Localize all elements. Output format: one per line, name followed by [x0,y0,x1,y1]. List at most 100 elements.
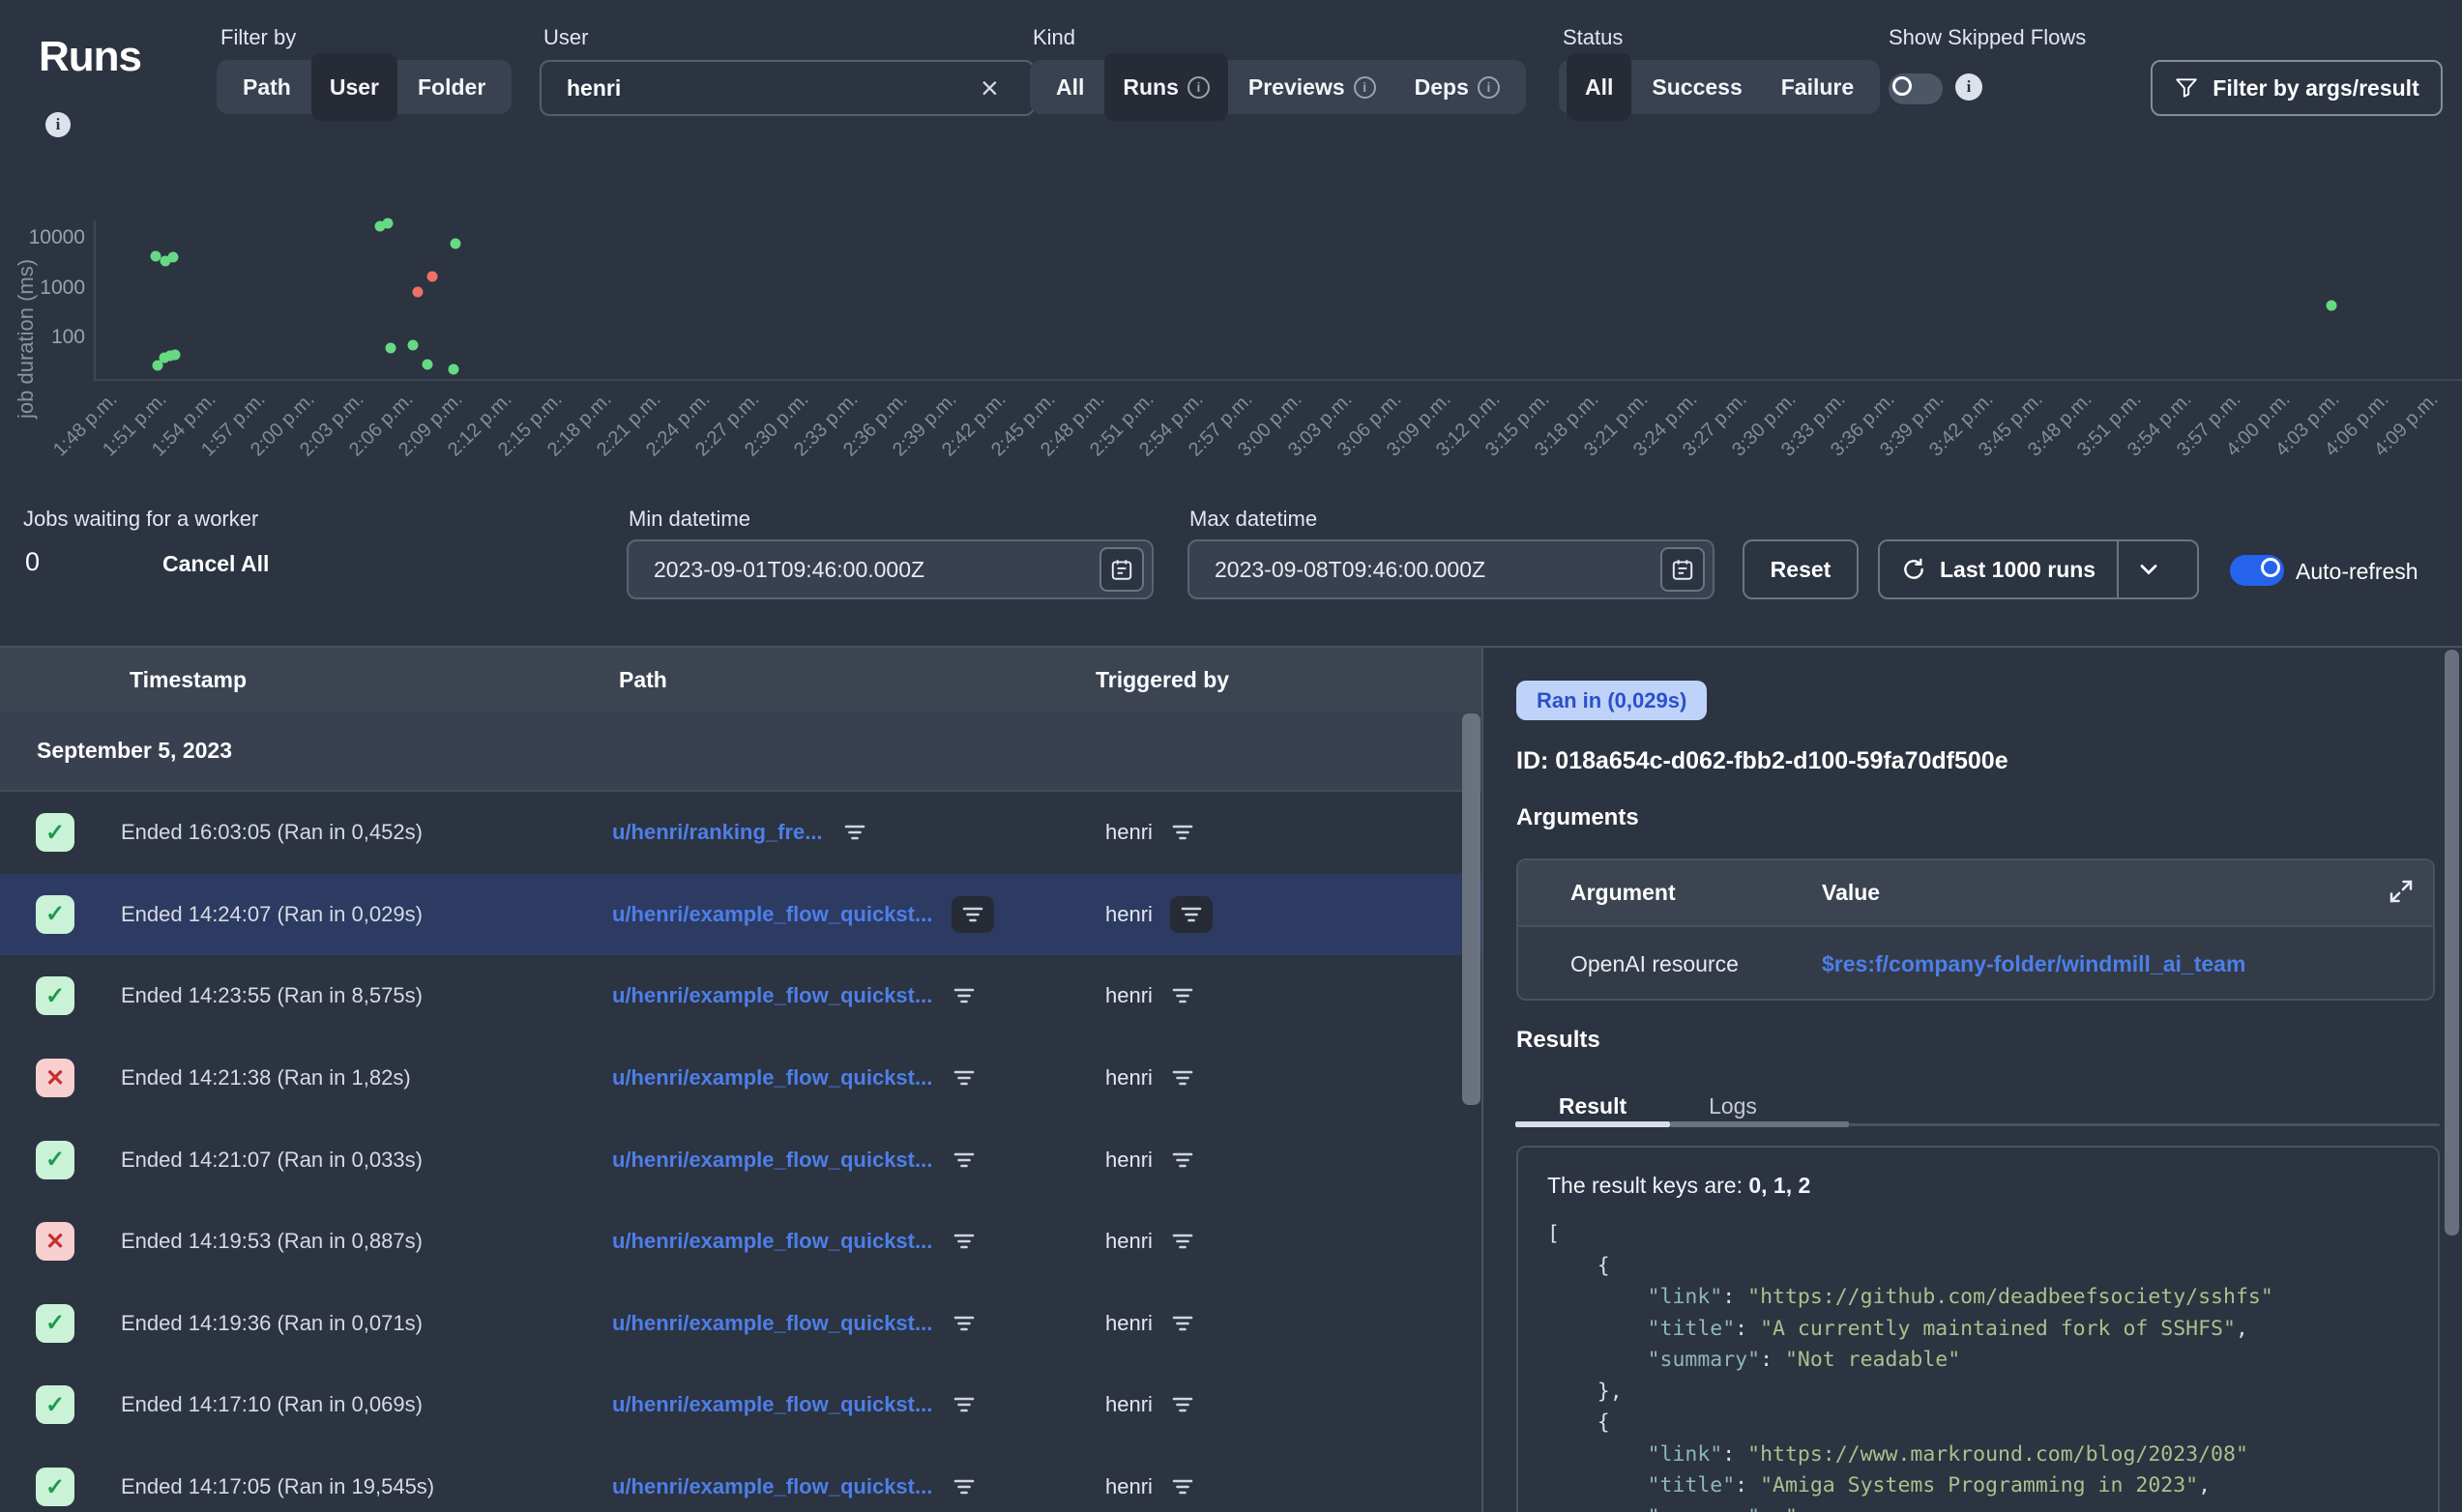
status-all[interactable]: All [1567,53,1631,121]
success-run-dot[interactable] [2327,301,2337,311]
filter-icon[interactable] [952,985,977,1006]
status-failure[interactable]: Failure [1763,60,1872,114]
status-success[interactable]: Success [1633,60,1760,114]
success-run-dot[interactable] [383,218,394,229]
filter-icon[interactable] [1170,1476,1195,1497]
reset-button[interactable]: Reset [1743,539,1859,599]
run-path-link[interactable]: u/henri/example_flow_quickst... [612,1311,932,1336]
result-json: [ { "link": "https://github.com/deadbeef… [1547,1219,2434,1512]
runs-info-icon[interactable]: i [45,112,71,137]
filter-icon[interactable] [1170,896,1213,933]
success-run-dot[interactable] [422,359,432,369]
code-line: [ [1547,1219,2434,1251]
filter-icon[interactable] [952,1476,977,1497]
run-path-link[interactable]: u/henri/example_flow_quickst... [612,1148,932,1173]
filter-icon[interactable] [952,1067,977,1089]
kind-deps[interactable]: Depsi [1396,60,1518,114]
success-icon: ✓ [36,895,74,934]
refresh-runs-button[interactable]: Last 1000 runs [1880,541,2117,597]
failure-run-dot[interactable] [426,272,437,282]
kind-runs[interactable]: Runsi [1104,53,1228,121]
code-line: "title": "A currently maintained fork of… [1547,1314,2434,1346]
max-datetime-input[interactable] [1187,539,1715,599]
run-path-link[interactable]: u/henri/example_flow_quickst... [612,1065,932,1090]
filter-by-folder[interactable]: Folder [399,60,504,114]
run-path-link[interactable]: u/henri/example_flow_quickst... [612,983,932,1008]
run-user: henri [1105,983,1153,1008]
min-datetime-input[interactable] [627,539,1154,599]
tab-result[interactable]: Result [1515,1089,1670,1123]
run-path-link[interactable]: u/henri/ranking_fre... [612,820,823,845]
run-path-link[interactable]: u/henri/example_flow_quickst... [612,902,932,927]
success-run-dot[interactable] [386,342,396,353]
run-timestamp: Ended 14:17:10 (Ran in 0,069s) [121,1392,423,1417]
clear-user-icon[interactable]: × [981,73,999,103]
expand-icon[interactable] [2387,877,2416,906]
skipped-info-icon[interactable]: i [1955,73,1982,101]
calendar-icon [1109,557,1134,582]
table-row[interactable]: ✕Ended 14:19:53 (Ran in 0,887s)u/henri/e… [0,1201,1481,1283]
arguments-table-header: Argument Value [1518,860,2433,925]
funnel-icon [2174,75,2199,101]
filter-args-button[interactable]: Filter by args/result [2151,60,2443,116]
success-run-dot[interactable] [167,252,178,263]
min-calendar-button[interactable] [1099,547,1144,592]
code-line: "summary": " [1547,1502,2434,1512]
filter-by-path[interactable]: Path [224,60,309,114]
runs-count-dropdown[interactable] [2119,541,2179,597]
run-path-link[interactable]: u/henri/example_flow_quickst... [612,1392,932,1417]
run-timestamp: Ended 14:19:53 (Ran in 0,887s) [121,1229,423,1254]
table-row[interactable]: ✓Ended 14:17:10 (Ran in 0,069s)u/henri/e… [0,1364,1481,1446]
filter-icon[interactable] [952,1149,977,1171]
success-run-dot[interactable] [450,238,460,248]
filter-icon[interactable] [952,1394,977,1415]
skipped-flows-toggle[interactable] [1889,73,1943,104]
toggle-knob [1892,76,1912,96]
table-scrollbar[interactable] [1462,713,1480,1105]
filter-icon[interactable] [1170,1231,1195,1252]
filter-icon[interactable] [952,1313,977,1334]
col-path: Path [619,648,667,712]
filter-icon[interactable] [1170,1149,1195,1171]
auto-refresh-toggle[interactable] [2230,555,2284,586]
kind-all[interactable]: All [1038,60,1102,114]
table-row[interactable]: ✕Ended 14:21:38 (Ran in 1,82s)u/henri/ex… [0,1037,1481,1119]
cancel-all-button[interactable]: Cancel All [162,551,269,577]
filter-icon[interactable] [842,822,867,843]
arguments-table-row: OpenAI resource $res:f/company-folder/wi… [1518,925,2433,999]
filter-icon[interactable] [1170,985,1195,1006]
kind-label: Kind [1033,25,1075,50]
filter-icon[interactable] [952,896,994,933]
kind-previews[interactable]: Previewsi [1230,60,1394,114]
table-row[interactable]: ✓Ended 14:17:05 (Ran in 19,545s)u/henri/… [0,1446,1481,1512]
success-run-dot[interactable] [449,363,459,374]
table-row[interactable]: ✓Ended 14:21:07 (Ran in 0,033s)u/henri/e… [0,1119,1481,1201]
table-row[interactable]: ✓Ended 14:19:36 (Ran in 0,071s)u/henri/e… [0,1283,1481,1365]
runs-count-select: Last 1000 runs [1878,539,2199,599]
table-row[interactable]: ✓Ended 14:23:55 (Ran in 8,575s)u/henri/e… [0,955,1481,1037]
result-keys-line: The result keys are: 0, 1, 2 [1547,1173,1810,1199]
success-run-dot[interactable] [407,339,418,350]
success-icon: ✓ [36,976,74,1015]
refresh-icon [1901,557,1926,582]
filter-icon[interactable] [1170,1313,1195,1334]
tab-logs[interactable]: Logs [1670,1089,1796,1123]
success-run-dot[interactable] [170,349,181,360]
filter-icon[interactable] [1170,1394,1195,1415]
run-path-link[interactable]: u/henri/example_flow_quickst... [612,1229,932,1254]
jobs-waiting-count: 0 [25,547,40,577]
panel-scrollbar[interactable] [2445,650,2459,1236]
max-calendar-button[interactable] [1660,547,1705,592]
run-user: henri [1105,902,1153,927]
col-value: Value [1822,860,1880,925]
run-path-link[interactable]: u/henri/example_flow_quickst... [612,1474,932,1499]
filter-by-user[interactable]: User [311,53,397,121]
table-row[interactable]: ✓Ended 14:24:07 (Ran in 0,029s)u/henri/e… [0,874,1481,956]
filter-icon[interactable] [952,1231,977,1252]
filter-icon[interactable] [1170,1067,1195,1089]
resource-link[interactable]: $res:f/company-folder/windmill_ai_team [1822,927,2245,1001]
filter-icon[interactable] [1170,822,1195,843]
table-row[interactable]: ✓Ended 16:03:05 (Ran in 0,452s)u/henri/r… [0,792,1481,874]
failure-run-dot[interactable] [412,287,423,298]
user-input[interactable] [540,60,1035,116]
